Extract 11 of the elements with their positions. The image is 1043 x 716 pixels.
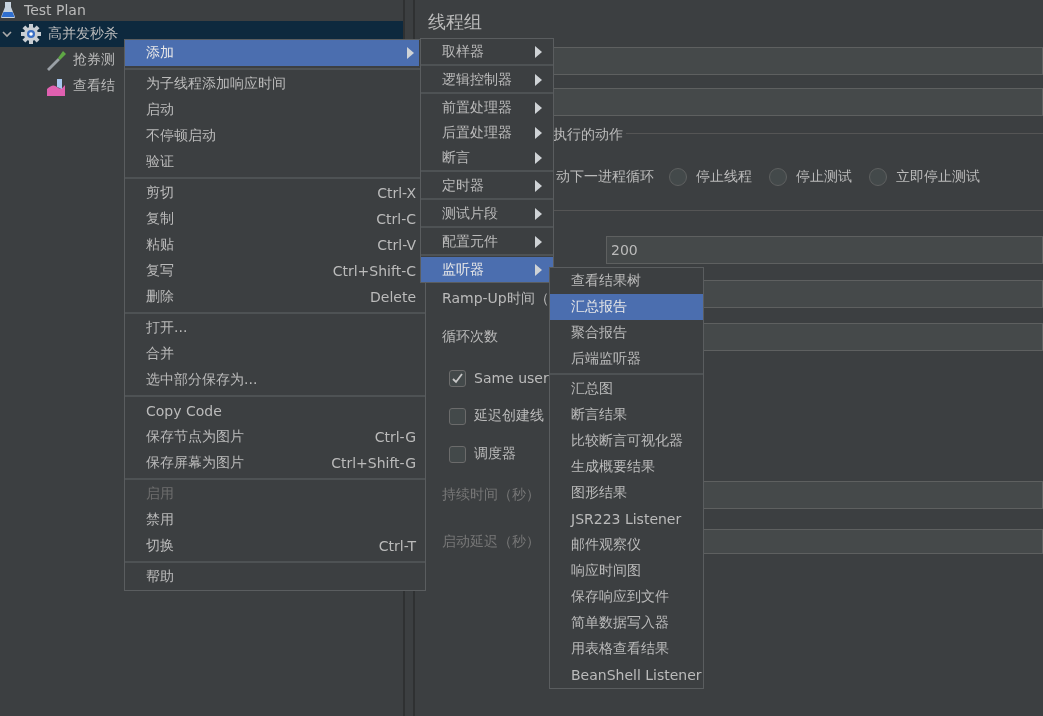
radio-label: 动下一进程循环 <box>556 168 654 186</box>
tree-item-label: Test Plan <box>24 2 86 18</box>
panel-title: 线程组 <box>428 10 483 34</box>
checkbox-label: 延迟创建线 <box>474 407 544 425</box>
loop-label: 循环次数 <box>442 328 498 346</box>
tree-item-label: 抢券测 <box>73 51 115 69</box>
checkbox-label: 调度器 <box>474 445 516 463</box>
ramp-up-label: Ramp-Up时间（ <box>442 290 549 307</box>
tree-item-label: 查看结 <box>73 77 115 95</box>
checkbox-label: Same user <box>474 370 549 386</box>
tree-item-label: 高并发秒杀 <box>48 25 118 43</box>
